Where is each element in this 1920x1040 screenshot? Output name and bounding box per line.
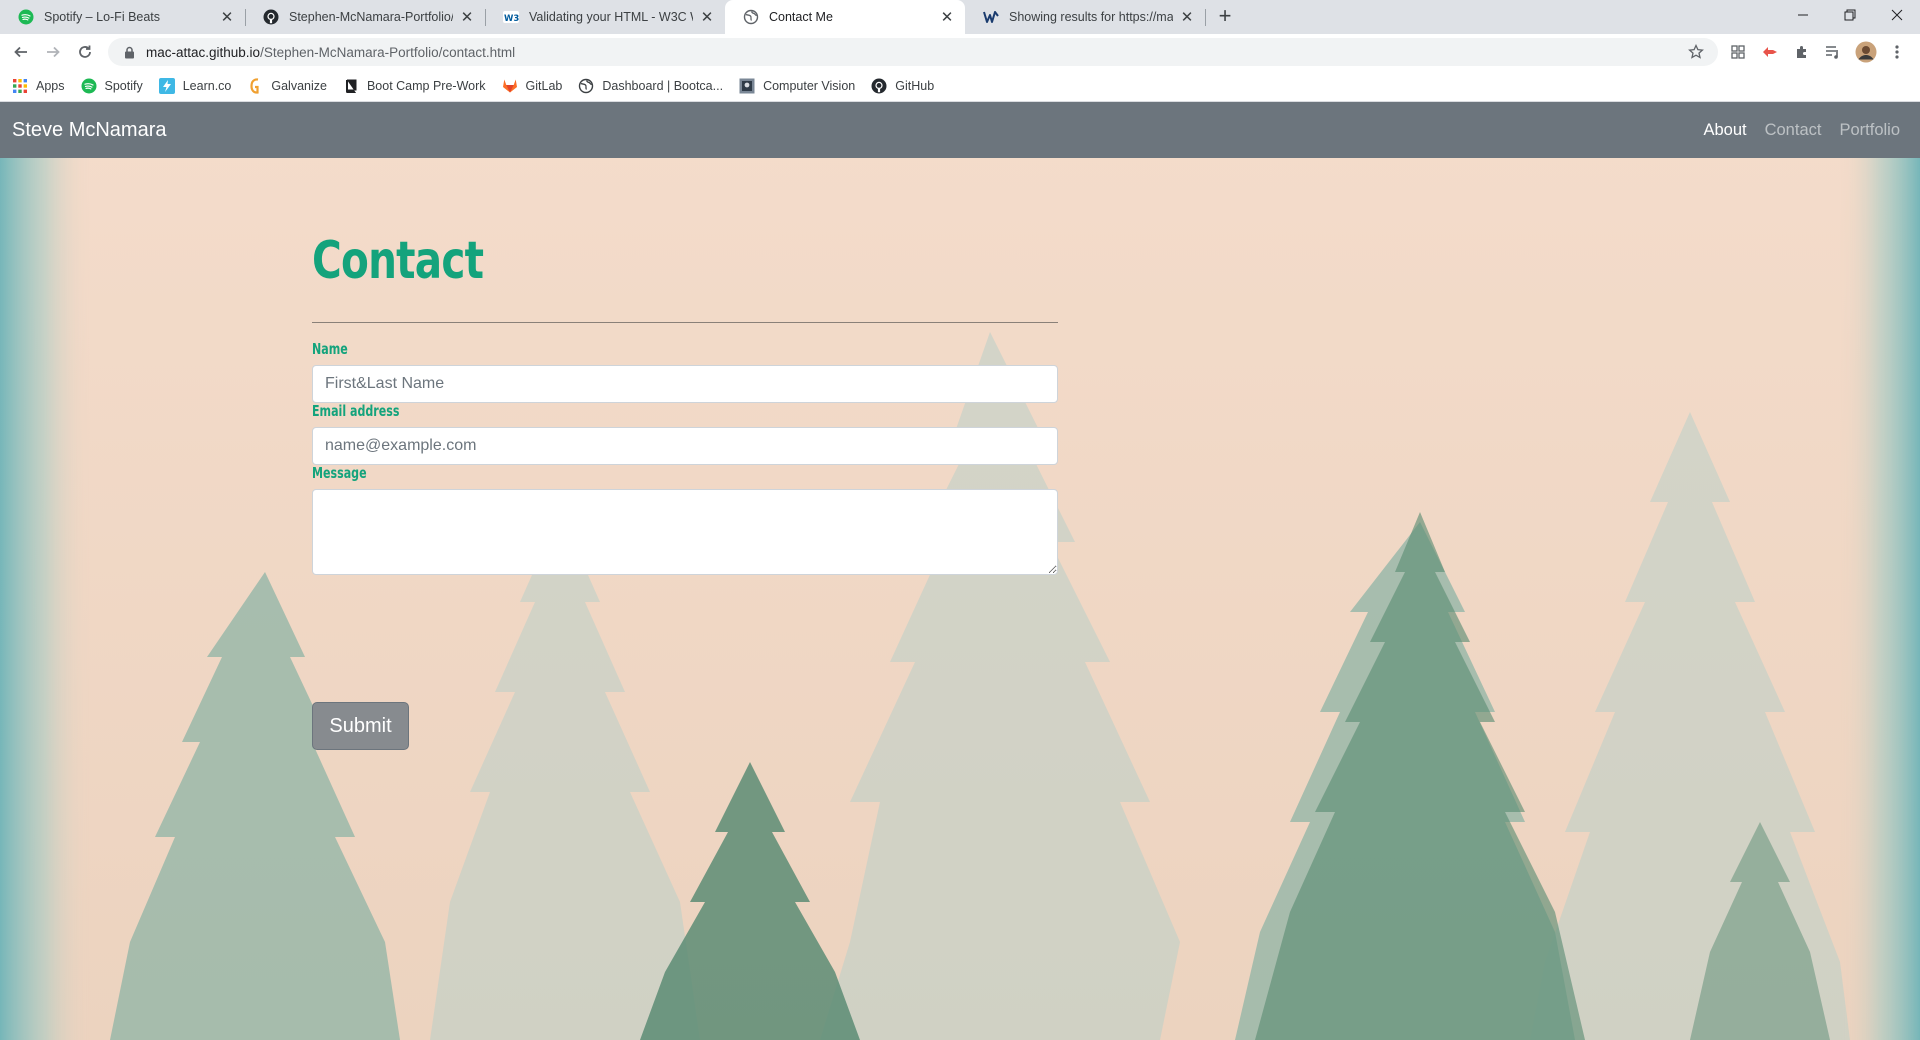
bookmark-learnco[interactable]: Learn.co (158, 77, 232, 94)
reload-button[interactable] (72, 39, 98, 65)
globe-icon (743, 9, 759, 25)
restore-button[interactable] (1827, 0, 1873, 30)
close-icon[interactable]: ✕ (699, 9, 715, 26)
web-page: Steve McNamara About Contact Portfolio C… (0, 102, 1920, 1040)
browser-tab-w3c[interactable]: W3 Validating your HTML - W3C Wik ✕ (485, 0, 725, 34)
bookmark-label: Boot Camp Pre-Work (366, 78, 486, 93)
bookmark-label: Spotify (104, 78, 143, 93)
bookmark-dashboard[interactable]: Dashboard | Bootca... (578, 78, 723, 94)
bookmark-label: Galvanize (271, 78, 327, 93)
extension-grid-icon[interactable] (1729, 43, 1747, 61)
nav-link-about[interactable]: About (1703, 121, 1746, 140)
galvanize-icon (247, 77, 263, 94)
w3c-icon: W3 (503, 9, 519, 25)
url-host: mac-attac.github.io (146, 44, 261, 60)
bookmark-computer-vision[interactable]: Computer Vision (739, 78, 855, 94)
extensions-puzzle-icon[interactable] (1793, 43, 1811, 61)
extension-record-icon[interactable] (1761, 43, 1779, 61)
browser-tab-results[interactable]: Showing results for https://mac- ✕ (965, 0, 1205, 34)
github-icon (263, 9, 279, 25)
arrow-right-icon (47, 46, 60, 58)
apps-grid-icon (12, 78, 28, 94)
contact-form-container: Contact Name Email address Message Submi… (312, 230, 1058, 750)
tab-title: Validating your HTML - W3C Wik (529, 10, 693, 24)
book-icon (343, 78, 359, 94)
image-icon (739, 78, 755, 94)
bookmark-label: Learn.co (182, 78, 232, 93)
name-field[interactable] (312, 365, 1058, 403)
nav-link-contact[interactable]: Contact (1765, 121, 1822, 140)
message-label: Message (312, 464, 367, 482)
new-tab-button[interactable]: + (1213, 5, 1237, 28)
lock-icon (122, 45, 136, 59)
site-nav-links: About Contact Portfolio (1703, 121, 1900, 140)
bookmark-label: GitLab (525, 78, 563, 93)
menu-kebab-icon[interactable] (1888, 43, 1906, 61)
close-icon[interactable]: ✕ (459, 9, 475, 26)
browser-tab-github[interactable]: Stephen-McNamara-Portfolio/RE ✕ (245, 0, 485, 34)
message-field[interactable] (312, 489, 1058, 575)
bookmark-galvanize[interactable]: Galvanize (247, 77, 327, 94)
bookmark-spotify[interactable]: Spotify (81, 78, 143, 94)
submit-button[interactable]: Submit (312, 702, 409, 750)
bookmark-apps[interactable]: Apps (12, 78, 65, 94)
forward-button[interactable] (40, 39, 66, 65)
bookmark-label: Apps (36, 78, 65, 93)
tab-separator (1205, 9, 1206, 26)
email-field[interactable] (312, 427, 1058, 465)
tab-title: Stephen-McNamara-Portfolio/RE (289, 10, 453, 24)
restore-icon (1844, 9, 1856, 21)
spotify-icon (18, 9, 34, 25)
learnco-icon (158, 77, 175, 94)
globe-icon (578, 78, 594, 94)
close-icon[interactable]: ✕ (219, 9, 235, 26)
gitlab-icon (502, 78, 518, 94)
bookmark-star-icon[interactable] (1688, 43, 1704, 60)
tab-title: Showing results for https://mac- (1009, 10, 1173, 24)
close-icon[interactable]: ✕ (1179, 9, 1195, 26)
spotify-icon (81, 78, 97, 94)
bookmarks-bar: Apps Spotify Learn.co Galvanize Boot Cam… (0, 70, 1920, 102)
reload-icon (79, 45, 91, 58)
heading-divider (312, 322, 1058, 323)
page-title: Contact (312, 231, 484, 291)
browser-tab-strip: Spotify – Lo-Fi Beats ✕ Stephen-McNamara… (0, 0, 1920, 34)
site-navbar: Steve McNamara About Contact Portfolio (0, 102, 1920, 158)
media-queue-icon[interactable] (1824, 43, 1842, 61)
bookmark-label: GitHub (895, 78, 935, 93)
bookmark-label: Dashboard | Bootca... (602, 78, 724, 93)
browser-tab-contact[interactable]: Contact Me ✕ (725, 0, 965, 34)
tab-title: Contact Me (769, 10, 833, 24)
address-bar[interactable]: mac-attac.github.io/Stephen-McNamara-Por… (108, 38, 1718, 66)
github-icon (871, 78, 887, 94)
minimize-button[interactable] (1780, 0, 1826, 30)
bookmark-label: Computer Vision (763, 78, 856, 93)
site-brand[interactable]: Steve McNamara (12, 119, 167, 142)
minimize-icon (1798, 14, 1808, 16)
nav-link-portfolio[interactable]: Portfolio (1839, 121, 1900, 140)
email-label: Email address (312, 402, 400, 420)
close-window-button[interactable] (1874, 0, 1920, 30)
bookmark-bootcamp-prework[interactable]: Boot Camp Pre-Work (343, 78, 486, 94)
url-path: /Stephen-McNamara-Portfolio/contact.html (260, 44, 516, 60)
profile-avatar[interactable] (1855, 41, 1877, 63)
bookmark-gitlab[interactable]: GitLab (502, 78, 563, 94)
bookmark-github[interactable]: GitHub (871, 78, 934, 94)
back-button[interactable] (8, 39, 34, 65)
close-icon[interactable]: ✕ (939, 9, 955, 26)
close-icon (1891, 9, 1903, 21)
svg-text:W3: W3 (504, 14, 519, 24)
arrow-left-icon (14, 46, 27, 58)
wave-icon (983, 9, 999, 25)
tab-title: Spotify – Lo-Fi Beats (44, 10, 161, 24)
browser-toolbar: mac-attac.github.io/Stephen-McNamara-Por… (0, 34, 1920, 70)
name-label: Name (312, 340, 348, 358)
browser-tab-spotify[interactable]: Spotify – Lo-Fi Beats ✕ (0, 0, 245, 34)
